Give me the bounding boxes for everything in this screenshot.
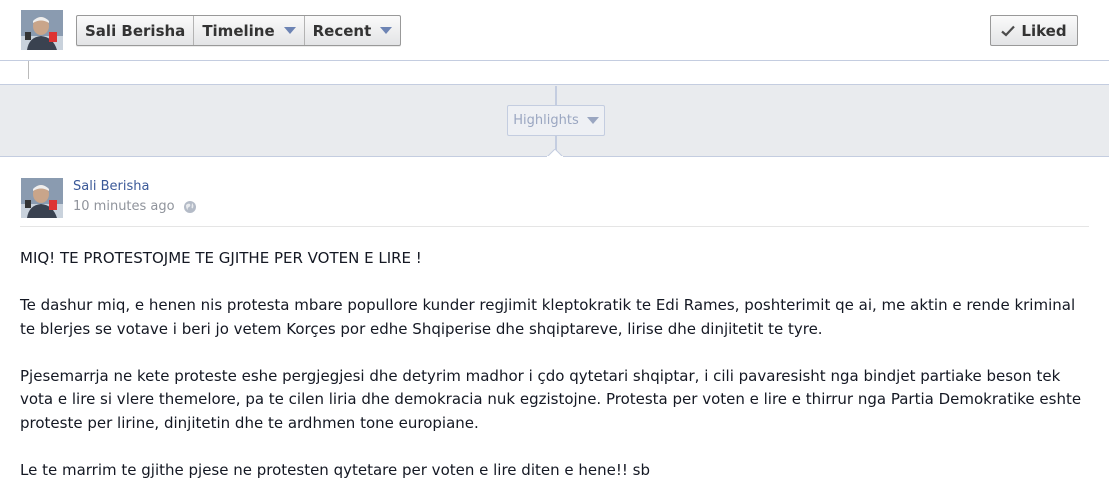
liked-button[interactable]: Liked xyxy=(990,15,1078,46)
post-author-link[interactable]: Sali Berisha xyxy=(73,179,149,194)
author-avatar[interactable] xyxy=(21,178,63,218)
highlights-dropdown[interactable]: Highlights xyxy=(507,105,605,136)
liked-label: Liked xyxy=(1021,21,1067,40)
breadcrumb-recent-label: Recent xyxy=(312,21,372,40)
post-paragraph: MIQ! TE PROTESTOJME TE GJITHE PER VOTEN … xyxy=(20,249,422,267)
post-paragraph: Te dashur miq, e henen nis protesta mbar… xyxy=(20,296,1076,338)
post-card: Sali Berisha 10 minutes ago MIQ! TE PROT… xyxy=(0,149,1109,500)
breadcrumb: Sali Berisha Timeline Recent xyxy=(76,15,402,46)
breadcrumb-timeline-label: Timeline xyxy=(202,21,275,40)
chevron-down-icon xyxy=(380,27,393,34)
chevron-down-icon xyxy=(283,27,296,34)
divider xyxy=(20,226,1089,227)
checkmark-icon xyxy=(1001,25,1016,37)
profile-avatar[interactable] xyxy=(21,10,63,50)
timeline-header: Sali Berisha Timeline Recent Liked xyxy=(0,0,1109,61)
post-paragraph: Pjesemarrja ne kete proteste eshe pergje… xyxy=(20,366,1082,432)
breadcrumb-timeline[interactable]: Timeline xyxy=(194,16,305,45)
post-timestamp[interactable]: 10 minutes ago xyxy=(73,199,175,214)
post-text: MIQ! TE PROTESTOJME TE GJITHE PER VOTEN … xyxy=(20,247,1089,500)
breadcrumb-name[interactable]: Sali Berisha xyxy=(77,16,195,45)
previous-story-box xyxy=(0,61,1109,85)
breadcrumb-name-label: Sali Berisha xyxy=(85,21,186,40)
highlights-label: Highlights xyxy=(513,113,579,128)
post-paragraph: Le te marrim te gjithe pjese ne proteste… xyxy=(20,460,650,479)
globe-icon[interactable] xyxy=(183,200,197,214)
timeline-pointer xyxy=(547,149,563,157)
chevron-down-icon xyxy=(586,117,599,124)
divider xyxy=(28,61,29,79)
post-meta: 10 minutes ago xyxy=(73,199,197,214)
breadcrumb-recent[interactable]: Recent xyxy=(305,16,401,45)
